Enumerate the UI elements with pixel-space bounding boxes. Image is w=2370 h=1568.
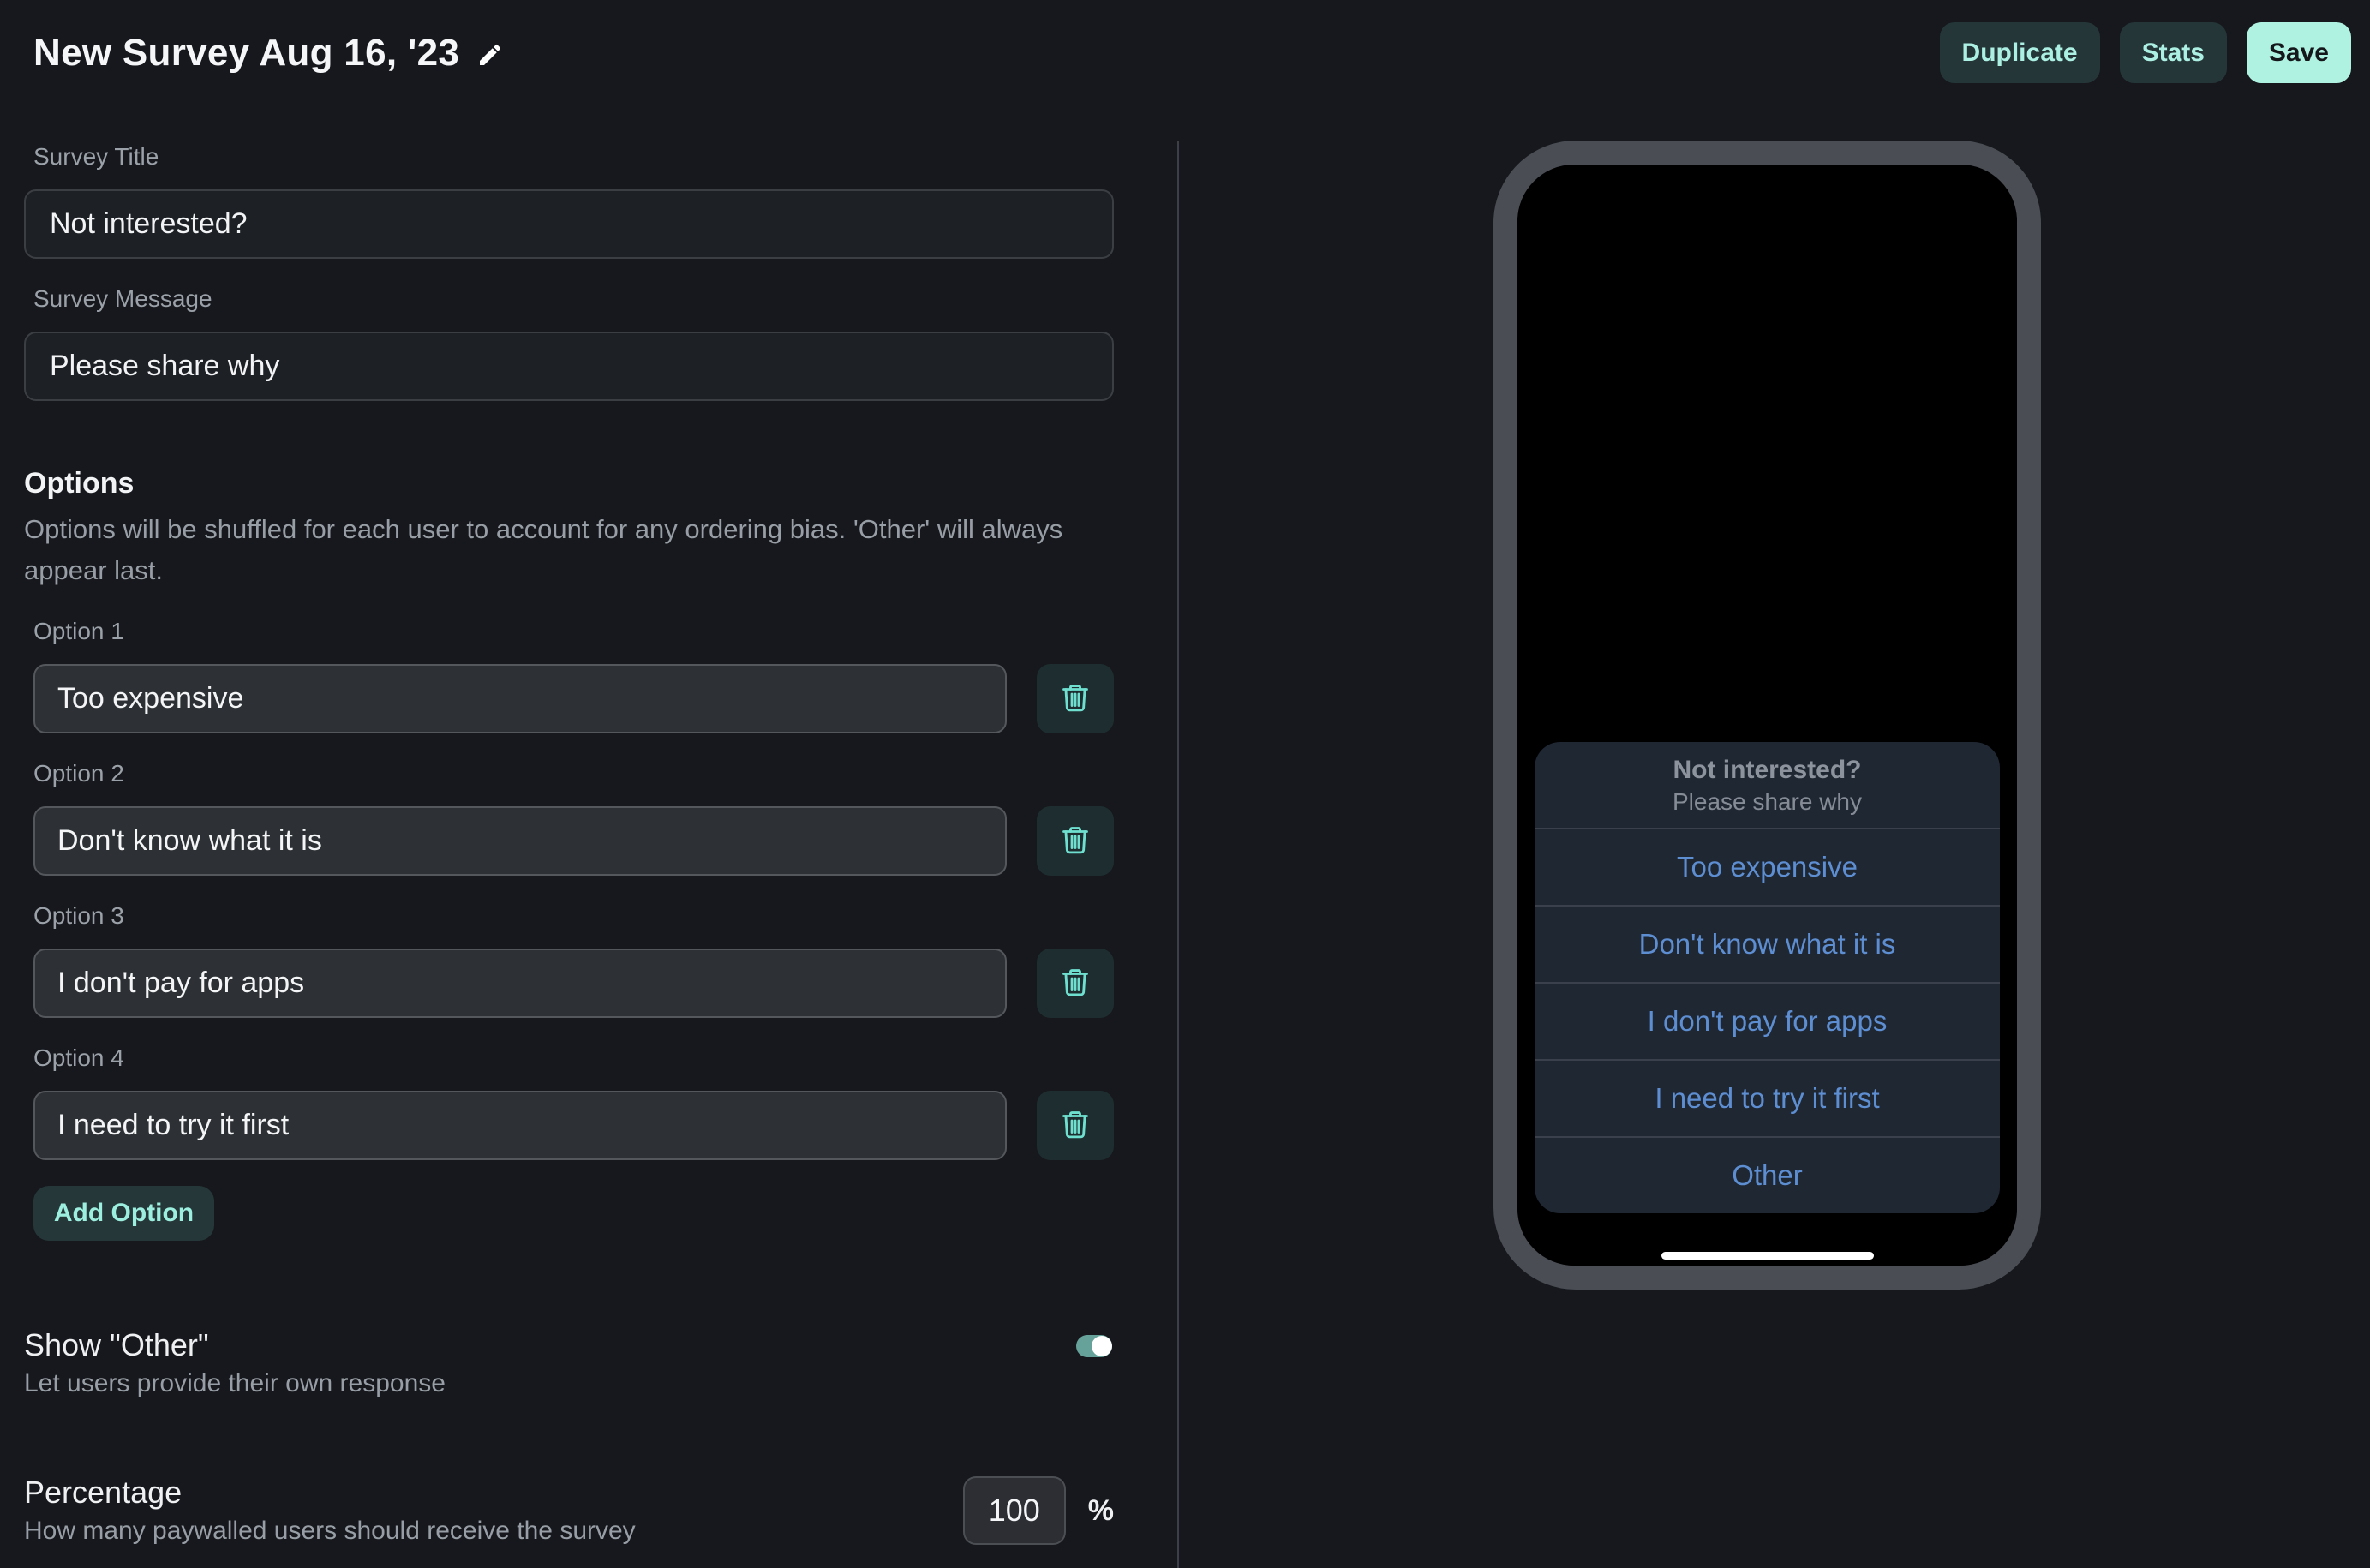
preview-option-1[interactable]: Too expensive bbox=[1535, 828, 2000, 905]
save-button[interactable]: Save bbox=[2247, 22, 2351, 83]
percentage-heading: Percentage bbox=[24, 1474, 636, 1511]
main-layout: Survey Title Survey Message Options Opti… bbox=[0, 141, 2370, 1568]
option-2-label: Option 2 bbox=[33, 759, 1114, 788]
delete-option-4-button[interactable] bbox=[1037, 1091, 1114, 1160]
option-row bbox=[33, 1091, 1114, 1160]
option-3-label: Option 3 bbox=[33, 901, 1114, 931]
option-1-label: Option 1 bbox=[33, 617, 1114, 646]
preview-option-2[interactable]: Don't know what it is bbox=[1535, 905, 2000, 982]
survey-title-input[interactable] bbox=[24, 189, 1114, 259]
show-other-subtitle: Let users provide their own response bbox=[24, 1368, 446, 1400]
percentage-text: Percentage How many paywalled users shou… bbox=[24, 1474, 636, 1547]
preview-option-4[interactable]: I need to try it first bbox=[1535, 1059, 2000, 1136]
option-block-4: Option 4 bbox=[24, 1044, 1114, 1160]
option-block-1: Option 1 bbox=[24, 617, 1114, 733]
preview-title: Not interested? bbox=[1552, 754, 1983, 787]
trash-icon bbox=[1059, 966, 1092, 1001]
survey-form: Survey Title Survey Message Options Opti… bbox=[0, 141, 1179, 1568]
preview-message: Please share why bbox=[1552, 787, 1983, 817]
show-other-text: Show "Other" Let users provide their own… bbox=[24, 1326, 446, 1400]
survey-title-label: Survey Title bbox=[33, 142, 1114, 171]
delete-option-1-button[interactable] bbox=[1037, 664, 1114, 733]
trash-icon bbox=[1059, 681, 1092, 716]
duplicate-button[interactable]: Duplicate bbox=[1940, 22, 2100, 83]
preview-card-header: Not interested? Please share why bbox=[1535, 742, 2000, 828]
option-row bbox=[33, 664, 1114, 733]
percent-sign: % bbox=[1088, 1494, 1114, 1528]
page-header: New Survey Aug 16, '23 Duplicate Stats S… bbox=[0, 0, 2370, 83]
toggle-knob bbox=[1092, 1336, 1112, 1356]
option-2-input[interactable] bbox=[33, 806, 1007, 876]
show-other-toggle[interactable] bbox=[1076, 1335, 1112, 1357]
trash-icon bbox=[1059, 823, 1092, 859]
add-option-button[interactable]: Add Option bbox=[33, 1186, 214, 1241]
preview-option-3[interactable]: I don't pay for apps bbox=[1535, 982, 2000, 1059]
percentage-input[interactable] bbox=[963, 1476, 1066, 1545]
title-row: New Survey Aug 16, '23 bbox=[33, 32, 504, 75]
survey-message-input[interactable] bbox=[24, 332, 1114, 401]
show-other-section: Show "Other" Let users provide their own… bbox=[24, 1326, 1114, 1400]
trash-icon bbox=[1059, 1108, 1092, 1143]
option-block-2: Option 2 bbox=[24, 759, 1114, 876]
preview-option-other[interactable]: Other bbox=[1535, 1136, 2000, 1213]
percentage-controls: % bbox=[963, 1476, 1114, 1545]
delete-option-2-button[interactable] bbox=[1037, 806, 1114, 876]
edit-pencil-icon[interactable] bbox=[476, 41, 504, 69]
stats-button[interactable]: Stats bbox=[2120, 22, 2227, 83]
phone-screen: Not interested? Please share why Too exp… bbox=[1517, 165, 2017, 1266]
option-block-3: Option 3 bbox=[24, 901, 1114, 1018]
percentage-subtitle: How many paywalled users should receive … bbox=[24, 1515, 636, 1547]
phone-mockup: Not interested? Please share why Too exp… bbox=[1493, 141, 2041, 1290]
percentage-section: Percentage How many paywalled users shou… bbox=[24, 1474, 1114, 1547]
page-title: New Survey Aug 16, '23 bbox=[33, 32, 459, 75]
option-row bbox=[33, 949, 1114, 1018]
home-indicator bbox=[1661, 1252, 1874, 1260]
options-description: Options will be shuffled for each user t… bbox=[24, 509, 1069, 591]
option-4-label: Option 4 bbox=[33, 1044, 1114, 1073]
option-3-input[interactable] bbox=[33, 949, 1007, 1018]
delete-option-3-button[interactable] bbox=[1037, 949, 1114, 1018]
option-4-input[interactable] bbox=[33, 1091, 1007, 1160]
survey-message-label: Survey Message bbox=[33, 284, 1114, 314]
show-other-heading: Show "Other" bbox=[24, 1326, 446, 1364]
option-1-input[interactable] bbox=[33, 664, 1007, 733]
header-buttons: Duplicate Stats Save bbox=[1940, 22, 2351, 83]
preview-panel: Not interested? Please share why Too exp… bbox=[1179, 141, 2370, 1568]
options-heading: Options bbox=[24, 466, 1114, 500]
survey-preview-card: Not interested? Please share why Too exp… bbox=[1535, 742, 2000, 1213]
option-row bbox=[33, 806, 1114, 876]
